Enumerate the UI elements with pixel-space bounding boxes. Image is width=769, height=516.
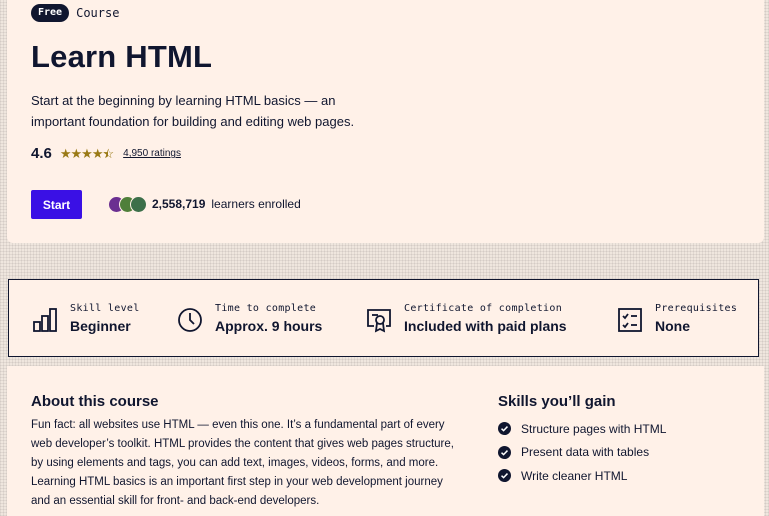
skill-label: Structure pages with HTML [521, 421, 667, 436]
rating-row: 4.6 ★ ★ ★ ★ ☆★ 4,950 ratings [31, 145, 181, 162]
time-to-complete-item: Time to complete Approx. 9 hours [177, 302, 322, 336]
learners-enrolled: 2,558,719 learners enrolled [108, 196, 301, 213]
learners-text: learners enrolled [211, 197, 301, 211]
skill-item: Write cleaner HTML [498, 464, 666, 488]
certificate-label: Certificate of completion [404, 303, 563, 314]
star-rating: ★ ★ ★ ★ ☆★ [59, 145, 114, 162]
skill-level-label: Skill level [70, 303, 140, 314]
skill-label: Present data with tables [521, 445, 650, 460]
check-circle-icon [498, 422, 511, 436]
skill-item: Present data with tables [498, 441, 666, 465]
ratings-link[interactable]: 4,950 ratings [123, 148, 181, 159]
clock-icon [178, 308, 202, 332]
start-button[interactable]: Start [31, 190, 82, 219]
course-description: Start at the beginning by learning HTML … [31, 93, 355, 129]
about-text: Fun fact: all websites use HTML — even t… [31, 419, 454, 507]
prerequisites-label: Prerequisites [655, 303, 738, 314]
half-star-icon: ☆★ [102, 145, 114, 161]
checklist-icon [618, 308, 642, 332]
course-hero: Free Course Learn HTML Start at the begi… [7, 0, 764, 243]
star-icon: ★ [81, 145, 93, 161]
star-icon: ★ [91, 145, 104, 161]
check-circle-icon [498, 445, 511, 459]
certificate-value: Included with paid plans [404, 318, 567, 334]
prerequisites-value: None [655, 318, 690, 334]
star-icon: ★ [59, 145, 72, 161]
course-details: About this course Fun fact: all websites… [7, 366, 764, 516]
about-title: About this course [31, 393, 159, 410]
avatar [130, 196, 147, 213]
time-label: Time to complete [215, 303, 317, 314]
star-icon: ★ [70, 145, 83, 161]
page-title: Learn HTML [31, 39, 213, 74]
course-type-label: Course [76, 6, 120, 20]
skill-label: Write cleaner HTML [521, 468, 628, 483]
check-circle-icon [498, 469, 511, 483]
time-value: Approx. 9 hours [215, 318, 323, 334]
learners-count: 2,558,719 [152, 197, 206, 211]
skill-level-value: Beginner [70, 318, 131, 334]
certificate-icon [367, 309, 391, 333]
course-type-row: Free Course [31, 4, 119, 22]
free-badge: Free [31, 4, 70, 22]
skills-title: Skills you’ll gain [498, 393, 616, 410]
skill-item: Structure pages with HTML [498, 417, 666, 441]
certificate-item: Certificate of completion Included with … [366, 302, 567, 336]
skill-level-item: Skill level Beginner [32, 302, 140, 336]
prerequisites-item: Prerequisites None [617, 302, 737, 336]
learner-avatars [108, 196, 147, 213]
course-info-bar: Skill level Beginner Time to complete Ap… [8, 279, 759, 357]
skills-list: Structure pages with HTML Present data w… [498, 417, 666, 488]
rating-value: 4.6 [31, 145, 52, 162]
bar-chart-icon [33, 308, 57, 332]
